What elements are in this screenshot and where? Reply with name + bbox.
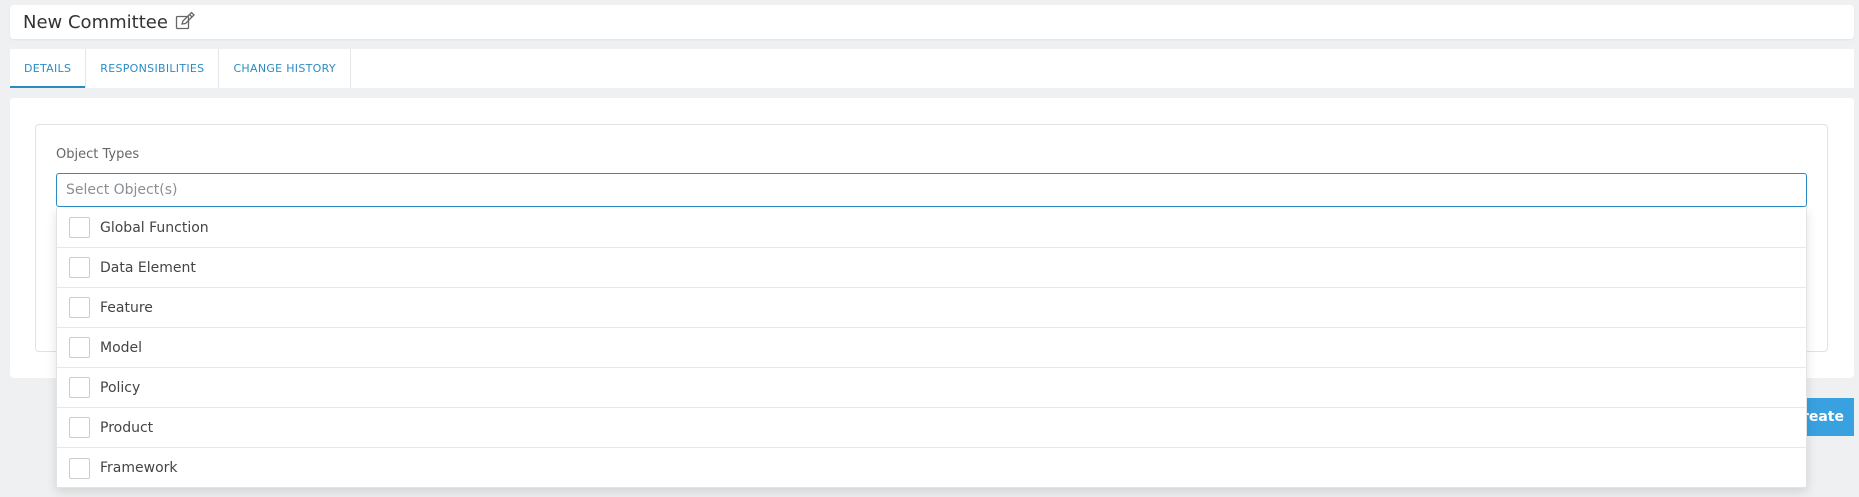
tab-responsibilities[interactable]: RESPONSIBILITIES [86, 49, 220, 88]
option-framework[interactable]: Framework [57, 448, 1806, 488]
option-label: Global Function [100, 219, 209, 236]
object-types-label: Object Types [56, 147, 140, 162]
option-data-element[interactable]: Data Element [57, 248, 1806, 288]
object-types-select-input[interactable] [56, 173, 1807, 207]
checkbox[interactable] [69, 417, 90, 438]
option-policy[interactable]: Policy [57, 368, 1806, 408]
option-label: Model [100, 339, 143, 356]
option-model[interactable]: Model [57, 328, 1806, 368]
option-product[interactable]: Product [57, 408, 1806, 448]
checkbox[interactable] [69, 217, 90, 238]
page-title: New Committee [23, 11, 168, 33]
tab-bar: DETAILS RESPONSIBILITIES CHANGE HISTORY [10, 49, 1854, 88]
object-types-dropdown: Global Function Data Element Feature Mod… [56, 208, 1807, 488]
option-label: Feature [100, 299, 153, 316]
checkbox[interactable] [69, 337, 90, 358]
checkbox[interactable] [69, 377, 90, 398]
checkbox[interactable] [69, 457, 90, 479]
tab-change-history[interactable]: CHANGE HISTORY [219, 49, 351, 88]
option-label: Framework [100, 460, 178, 476]
option-label: Policy [100, 379, 141, 396]
checkbox[interactable] [69, 257, 90, 278]
option-label: Data Element [100, 259, 196, 276]
option-feature[interactable]: Feature [57, 288, 1806, 328]
option-label: Product [100, 419, 154, 436]
checkbox[interactable] [69, 297, 90, 318]
edit-icon[interactable] [174, 11, 196, 33]
header-bar: New Committee [10, 5, 1854, 39]
option-global-function[interactable]: Global Function [57, 208, 1806, 248]
tab-details[interactable]: DETAILS [10, 49, 87, 88]
